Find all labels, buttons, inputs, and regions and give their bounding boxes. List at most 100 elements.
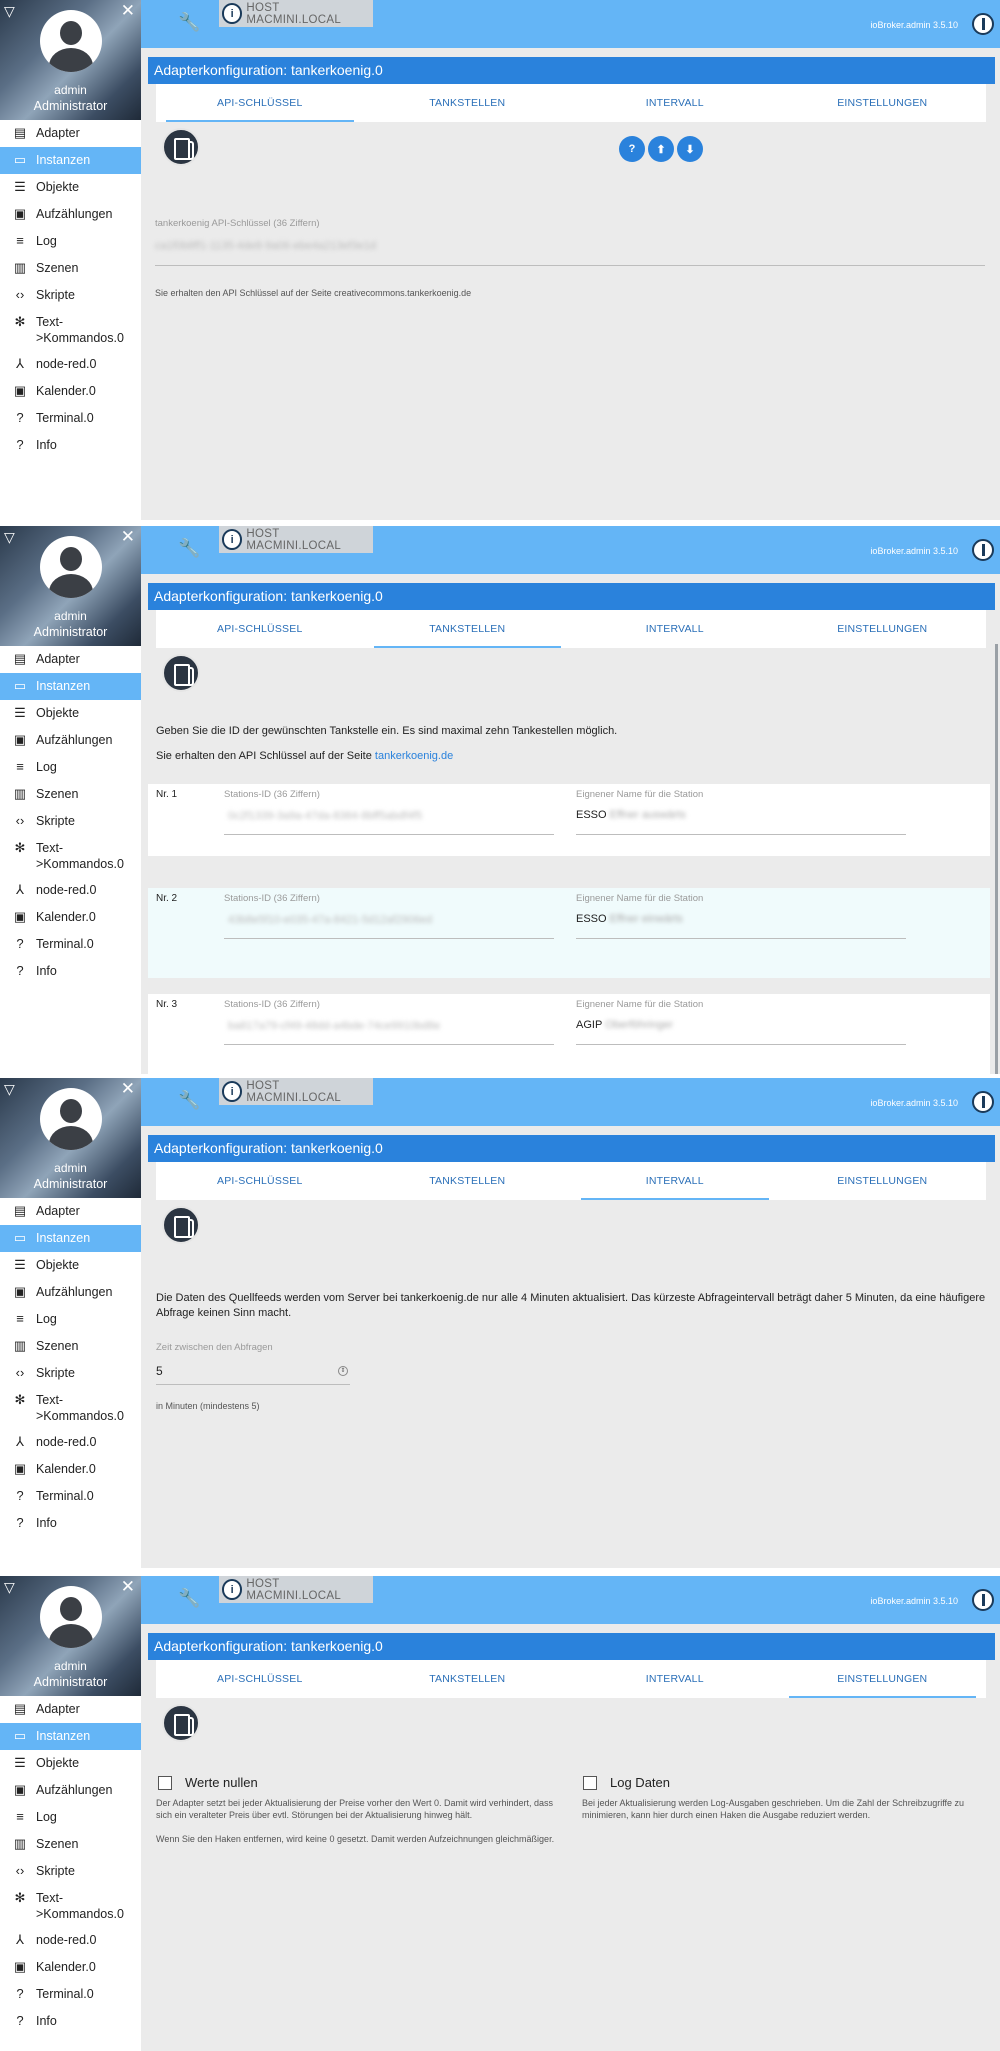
sidebar-item[interactable]: ‹› Skripte xyxy=(0,282,141,309)
sidebar-item[interactable]: ? Terminal.0 xyxy=(0,1981,141,2008)
scrollbar[interactable] xyxy=(995,644,998,1074)
sidebar-item[interactable]: ‹› Skripte xyxy=(0,1360,141,1387)
collapse-triangle-icon[interactable]: ▽ xyxy=(4,1081,15,1098)
sidebar-item[interactable]: ▣ Kalender.0 xyxy=(0,1954,141,1981)
help-button[interactable]: ? xyxy=(619,136,645,162)
sidebar-item[interactable]: ⅄ node-red.0 xyxy=(0,1429,141,1456)
sidebar-item[interactable]: ▣ Aufzählungen xyxy=(0,1777,141,1804)
wrench-icon[interactable]: 🔧 xyxy=(178,12,200,32)
sidebar-item[interactable]: ✻ Text->Kommandos.0 xyxy=(0,309,141,351)
sidebar-item[interactable]: ⅄ node-red.0 xyxy=(0,351,141,378)
sidebar-item[interactable]: ▤ Adapter xyxy=(0,120,141,147)
tab[interactable]: API-SCHLÜSSEL xyxy=(156,84,364,122)
station-id-input[interactable]: ba817a79-cf49-48dd-a4bde-74ce9910bd8e xyxy=(228,1020,440,1032)
sidebar-item[interactable]: ? Info xyxy=(0,2008,141,2035)
tab[interactable]: TANKSTELLEN xyxy=(364,610,572,648)
sidebar-item[interactable]: ▣ Kalender.0 xyxy=(0,904,141,931)
sidebar-item[interactable]: ▤ Adapter xyxy=(0,1198,141,1225)
host-selector[interactable]: i HOST MACMINI.LOCAL xyxy=(219,1078,373,1105)
tab[interactable]: INTERVALL xyxy=(571,610,779,648)
close-icon[interactable]: ✕ xyxy=(121,1577,135,1597)
sidebar-item[interactable]: ‹› Skripte xyxy=(0,808,141,835)
station-name-input[interactable]: AGIP Oberföhringer xyxy=(576,1019,673,1031)
sidebar-item[interactable]: ☰ Objekte xyxy=(0,174,141,201)
tab[interactable]: API-SCHLÜSSEL xyxy=(156,1660,364,1698)
sidebar-item[interactable]: ▣ Kalender.0 xyxy=(0,1456,141,1483)
tab[interactable]: EINSTELLUNGEN xyxy=(779,84,987,122)
sidebar-item[interactable]: ▣ Aufzählungen xyxy=(0,727,141,754)
stations-intro: Geben Sie die ID der gewünschten Tankste… xyxy=(156,725,618,737)
sidebar-item[interactable]: ▣ Aufzählungen xyxy=(0,1279,141,1306)
station-name-input[interactable]: ESSO Effner einwärts xyxy=(576,913,683,925)
upload-button[interactable]: ⬆ xyxy=(648,136,674,162)
host-selector[interactable]: i HOST MACMINI.LOCAL xyxy=(219,0,373,27)
sidebar-item[interactable]: ▤ Adapter xyxy=(0,646,141,673)
tab[interactable]: API-SCHLÜSSEL xyxy=(156,610,364,648)
sidebar-item[interactable]: ⅄ node-red.0 xyxy=(0,877,141,904)
sidebar-item[interactable]: ≡ Log xyxy=(0,1804,141,1831)
station-name-input[interactable]: ESSO Effner auswärts xyxy=(576,809,686,821)
close-icon[interactable]: ✕ xyxy=(121,1,135,21)
wrench-icon[interactable]: 🔧 xyxy=(178,1588,200,1608)
sidebar-item[interactable]: ▥ Szenen xyxy=(0,1333,141,1360)
sidebar-item[interactable]: ☰ Objekte xyxy=(0,700,141,727)
sidebar-item[interactable]: ✻ Text->Kommandos.0 xyxy=(0,1885,141,1927)
tab[interactable]: EINSTELLUNGEN xyxy=(779,610,987,648)
api-key-input[interactable]: ca1f0b8ff1-1135-4de8-9a06-ebe4a213ef3e1d xyxy=(155,240,376,252)
tab[interactable]: EINSTELLUNGEN xyxy=(779,1162,987,1200)
host-selector[interactable]: i HOST MACMINI.LOCAL xyxy=(219,526,373,553)
tab[interactable]: TANKSTELLEN xyxy=(364,1660,572,1698)
station-row: Nr. 3 Stations-ID (36 Ziffern) ba817a79-… xyxy=(148,994,990,1074)
sidebar-item[interactable]: ▣ Kalender.0 xyxy=(0,378,141,405)
sidebar-item[interactable]: ☰ Objekte xyxy=(0,1252,141,1279)
interval-input[interactable]: 5 xyxy=(156,1364,163,1378)
sidebar-item[interactable]: ▥ Szenen xyxy=(0,1831,141,1858)
sidebar-item[interactable]: ⅄ node-red.0 xyxy=(0,1927,141,1954)
tab[interactable]: TANKSTELLEN xyxy=(364,84,572,122)
sidebar-item-label: Text->Kommandos.0 xyxy=(36,315,124,345)
sidebar-item[interactable]: ▣ Aufzählungen xyxy=(0,201,141,228)
close-icon[interactable]: ✕ xyxy=(121,527,135,547)
station-id-input[interactable]: 0c2f1339-3a9a-47da-8384-8bff5abdf4f5 xyxy=(228,810,422,822)
stepper-icon[interactable]: ⇕ xyxy=(338,1366,348,1376)
close-icon[interactable]: ✕ xyxy=(121,1079,135,1099)
sidebar-item[interactable]: ▥ Szenen xyxy=(0,781,141,808)
sidebar-item[interactable]: ✻ Text->Kommandos.0 xyxy=(0,1387,141,1429)
sidebar-item[interactable]: ≡ Log xyxy=(0,754,141,781)
log-daten-checkbox[interactable] xyxy=(583,1776,597,1790)
host-selector[interactable]: i HOST MACMINI.LOCAL xyxy=(219,1576,373,1603)
sidebar-item[interactable]: ? Info xyxy=(0,958,141,985)
sidebar-item[interactable]: ? Info xyxy=(0,432,141,459)
tab[interactable]: INTERVALL xyxy=(571,1660,779,1698)
sidebar-item[interactable]: ▭ Instanzen xyxy=(0,1723,141,1750)
tab[interactable]: EINSTELLUNGEN xyxy=(779,1660,987,1698)
download-button[interactable]: ⬇ xyxy=(677,136,703,162)
collapse-triangle-icon[interactable]: ▽ xyxy=(4,529,15,546)
collapse-triangle-icon[interactable]: ▽ xyxy=(4,1579,15,1596)
sidebar-item[interactable]: ≡ Log xyxy=(0,228,141,255)
station-id-input[interactable]: 43b8e5f10-e035-47a-8421-5d12af2906ed xyxy=(228,914,432,926)
wrench-icon[interactable]: 🔧 xyxy=(178,538,200,558)
werte-nullen-checkbox[interactable] xyxy=(158,1776,172,1790)
sidebar-item[interactable]: ? Terminal.0 xyxy=(0,931,141,958)
sidebar-item[interactable]: ▥ Szenen xyxy=(0,255,141,282)
wrench-icon[interactable]: 🔧 xyxy=(178,1090,200,1110)
sidebar-item[interactable]: ? Info xyxy=(0,1510,141,1537)
sidebar-item[interactable]: ▭ Instanzen xyxy=(0,673,141,700)
sidebar-item[interactable]: ≡ Log xyxy=(0,1306,141,1333)
tankerkoenig-link[interactable]: tankerkoenig.de xyxy=(375,750,453,762)
sidebar-item[interactable]: ▭ Instanzen xyxy=(0,1225,141,1252)
sidebar-item[interactable]: ☰ Objekte xyxy=(0,1750,141,1777)
sidebar-item[interactable]: ▭ Instanzen xyxy=(0,147,141,174)
tab[interactable]: INTERVALL xyxy=(571,1162,779,1200)
tab[interactable]: TANKSTELLEN xyxy=(364,1162,572,1200)
collapse-triangle-icon[interactable]: ▽ xyxy=(4,3,15,20)
sidebar-item[interactable]: ? Terminal.0 xyxy=(0,405,141,432)
sidebar-item[interactable]: ‹› Skripte xyxy=(0,1858,141,1885)
sidebar-item[interactable]: ? Terminal.0 xyxy=(0,1483,141,1510)
sidebar-item-label: Info xyxy=(36,2014,57,2028)
sidebar-item[interactable]: ✻ Text->Kommandos.0 xyxy=(0,835,141,877)
sidebar-item[interactable]: ▤ Adapter xyxy=(0,1696,141,1723)
tab[interactable]: INTERVALL xyxy=(571,84,779,122)
tab[interactable]: API-SCHLÜSSEL xyxy=(156,1162,364,1200)
